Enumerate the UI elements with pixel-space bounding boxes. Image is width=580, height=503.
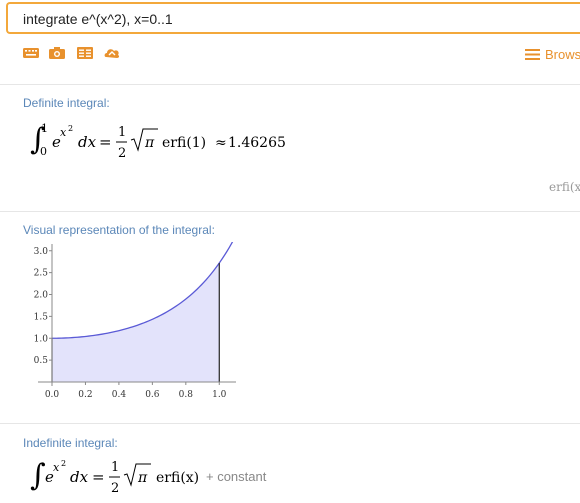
integral-value: 1.46265 bbox=[228, 135, 286, 151]
pod-definite-integral: Definite integral: ∫ 1 0 e x 2 dx = 1 2 … bbox=[0, 85, 580, 211]
camera-icon[interactable] bbox=[48, 46, 66, 60]
definite-integral-formula: ∫ 1 0 e x 2 dx = 1 2 π erfi(1) ≈ 1.46265… bbox=[30, 122, 580, 194]
y-tick-label: 3.0 bbox=[34, 247, 49, 257]
top-bar: integrate e^(x^2), x=0..1 bbox=[0, 0, 580, 38]
frac-denominator: 2 bbox=[111, 481, 119, 496]
exponent-var: x bbox=[53, 461, 60, 474]
indefinite-integral-formula: ∫ e x 2 dx = 1 2 π erfi(x) + constant bbox=[30, 458, 267, 496]
x-tick-label: 0.2 bbox=[78, 390, 92, 400]
y-tick-label: 1.0 bbox=[34, 334, 49, 344]
query-input[interactable]: integrate e^(x^2), x=0..1 bbox=[6, 2, 580, 34]
upper-limit: 1 bbox=[41, 122, 48, 135]
keyboard-icon[interactable] bbox=[22, 46, 40, 60]
x-tick-label: 0.8 bbox=[179, 390, 194, 400]
query-text[interactable]: integrate e^(x^2), x=0..1 bbox=[23, 11, 173, 27]
pod-title: Visual representation of the integral: bbox=[23, 223, 215, 237]
plus-constant: + constant bbox=[206, 469, 267, 484]
integral-sign: ∫ bbox=[30, 458, 46, 493]
frac-numerator: 1 bbox=[118, 125, 126, 140]
pi-symbol: π bbox=[137, 470, 148, 486]
exponent-power: 2 bbox=[61, 459, 66, 468]
y-tick-label: 2.5 bbox=[34, 269, 49, 279]
lower-limit: 0 bbox=[40, 145, 47, 158]
dx: dx bbox=[78, 133, 97, 151]
pi-symbol: π bbox=[144, 135, 155, 151]
browse-label: Brows bbox=[545, 47, 580, 62]
y-tick-label: 2.0 bbox=[34, 291, 49, 301]
x-tick-label: 0.4 bbox=[112, 390, 127, 400]
exponent-var: x bbox=[60, 126, 67, 139]
toolbar: Brows bbox=[0, 38, 580, 72]
shaded-area bbox=[52, 263, 220, 382]
footnote: erfi(x bbox=[549, 180, 580, 194]
frac-denominator: 2 bbox=[118, 146, 126, 161]
dx: dx bbox=[70, 468, 89, 486]
examples-icon[interactable] bbox=[76, 46, 94, 60]
equals: = bbox=[92, 468, 105, 486]
random-icon[interactable] bbox=[103, 46, 121, 60]
y-tick-label: 1.5 bbox=[34, 312, 49, 322]
integral-plot: 0.0 0.2 0.4 0.6 0.8 1.0 0.5 1.0 1.5 2.0 2.5 3.0 bbox=[34, 242, 236, 400]
equals: = bbox=[99, 133, 112, 151]
approx-sign: ≈ bbox=[215, 135, 227, 151]
pod-visual-representation: Visual representation of the integral: 0… bbox=[0, 212, 580, 423]
x-tick-label: 1.0 bbox=[212, 390, 227, 400]
pod-indefinite-integral: Indefinite integral: ∫ e x 2 dx = 1 2 π … bbox=[0, 424, 580, 503]
x-tick-label: 0.6 bbox=[145, 390, 160, 400]
erfi-function: erfi(x) bbox=[156, 470, 199, 486]
frac-numerator: 1 bbox=[111, 460, 119, 475]
menu-icon bbox=[525, 49, 540, 60]
x-tick-label: 0.0 bbox=[45, 390, 60, 400]
y-tick-label: 0.5 bbox=[34, 356, 49, 366]
exponent-power: 2 bbox=[68, 124, 73, 133]
erfi-function: erfi(1) bbox=[162, 135, 206, 151]
